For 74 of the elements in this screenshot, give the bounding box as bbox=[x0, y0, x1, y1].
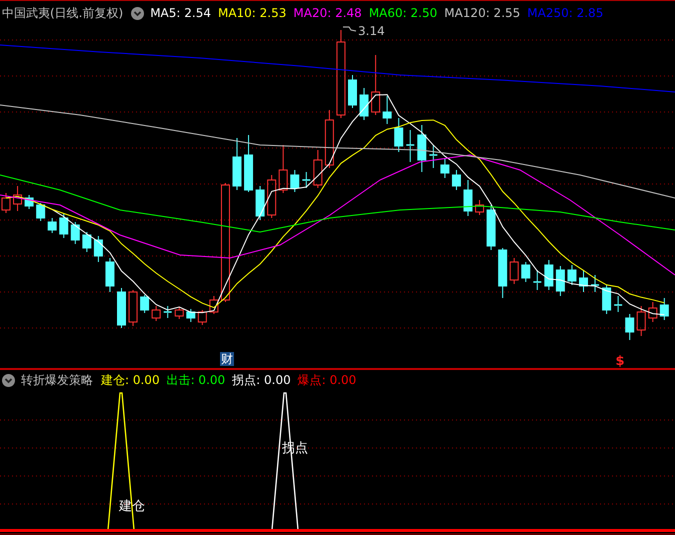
candlestick bbox=[164, 306, 172, 318]
candlestick bbox=[209, 296, 218, 314]
candlestick bbox=[360, 88, 369, 120]
candlestick bbox=[591, 274, 600, 292]
dropdown-icon[interactable] bbox=[131, 6, 144, 20]
candlestick bbox=[24, 194, 34, 210]
candlestick bbox=[128, 290, 138, 326]
leader-line bbox=[342, 26, 356, 32]
candlestick bbox=[140, 294, 150, 314]
candlestick bbox=[382, 96, 392, 124]
dividend-marker[interactable]: $ bbox=[615, 354, 625, 368]
candlestick bbox=[544, 260, 554, 290]
finance-marker[interactable]: 财 bbox=[220, 352, 234, 366]
candlestick bbox=[117, 288, 126, 328]
candlestick bbox=[464, 180, 472, 216]
candlestick bbox=[152, 306, 161, 322]
candlestick bbox=[278, 144, 288, 194]
candlestick bbox=[406, 130, 414, 162]
candlestick bbox=[417, 124, 426, 172]
candlestick bbox=[267, 174, 276, 218]
candlestick bbox=[486, 204, 496, 250]
candlestick bbox=[394, 118, 404, 152]
candlestick bbox=[614, 296, 622, 312]
candlestick bbox=[567, 264, 576, 286]
indicator-value: 爆点: 0.00 bbox=[298, 372, 356, 388]
stock-title: 中国武夷(日线.前复权) bbox=[2, 4, 124, 22]
indicator-title: 转折爆发策略 bbox=[21, 372, 93, 388]
candlestick bbox=[533, 270, 542, 290]
candlestick bbox=[174, 306, 184, 320]
candlestick bbox=[70, 222, 80, 244]
candlestick bbox=[105, 258, 114, 292]
indicator-value: 建仓: 0.00 bbox=[101, 372, 160, 388]
candlestick bbox=[429, 144, 438, 168]
candlestick bbox=[48, 218, 57, 234]
candlestick bbox=[232, 138, 242, 190]
candlestick bbox=[13, 186, 22, 212]
indicator-value: 出击: 0.00 bbox=[166, 372, 226, 388]
candlestick bbox=[94, 236, 103, 262]
moving-average-value: MA250: 2.85 bbox=[527, 6, 604, 20]
indicator-value: 拐点: 0.00 bbox=[232, 372, 291, 388]
candlestick bbox=[302, 172, 310, 188]
candlestick bbox=[579, 270, 588, 292]
high-price-label: 3.14 bbox=[358, 24, 385, 38]
candlestick bbox=[510, 258, 519, 284]
candlestick bbox=[625, 314, 634, 340]
candlestick bbox=[290, 170, 300, 192]
moving-average-value: MA20: 2.48 bbox=[293, 6, 362, 20]
moving-average-value: MA10: 2.53 bbox=[218, 6, 286, 20]
candlestick bbox=[244, 134, 254, 192]
candlestick bbox=[198, 310, 207, 326]
candlestick bbox=[556, 266, 565, 296]
candlestick bbox=[475, 200, 484, 216]
candlestick bbox=[498, 248, 508, 298]
candlestick bbox=[313, 150, 322, 188]
candlestick bbox=[648, 302, 658, 322]
candlestick bbox=[440, 158, 450, 178]
candlestick bbox=[348, 74, 357, 108]
candlestick bbox=[2, 192, 10, 214]
candlestick bbox=[82, 232, 92, 252]
candlestick bbox=[324, 110, 334, 168]
candlestick bbox=[660, 298, 669, 320]
candlestick bbox=[636, 306, 646, 336]
moving-average-value: MA5: 2.54 bbox=[150, 6, 211, 20]
candlestick bbox=[59, 214, 68, 238]
candlestick bbox=[186, 308, 196, 322]
candlestick bbox=[521, 262, 530, 282]
candlestick bbox=[602, 284, 612, 314]
dropdown-icon[interactable] bbox=[2, 374, 15, 386]
candlestick bbox=[371, 54, 380, 116]
candlestick bbox=[256, 186, 265, 220]
moving-average-value: MA60: 2.50 bbox=[368, 6, 438, 20]
candlestick bbox=[36, 202, 46, 222]
moving-average-value: MA120: 2.55 bbox=[444, 6, 520, 20]
candlestick bbox=[452, 170, 461, 190]
